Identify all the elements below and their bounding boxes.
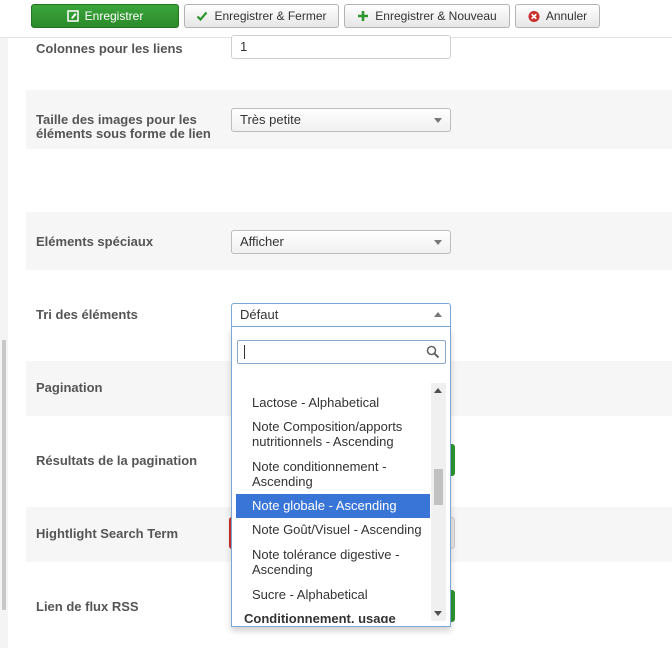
option-label-line2: Ascending — [252, 562, 313, 577]
option-label-line2: nutritionnels - Ascending — [252, 434, 394, 449]
option-note-gout-visuel[interactable]: Note Goût/Visuel - Ascending — [236, 520, 430, 542]
option-group-conditionnement: Conditionnement, usage — [236, 611, 430, 623]
option-note-conditionnement[interactable]: Note conditionnement - Ascending — [236, 457, 430, 491]
dropdown-options: Lactose - Alphabetical Note Composition/… — [236, 385, 430, 623]
option-label: Note globale - Ascending — [252, 498, 397, 513]
save-close-button[interactable]: Enregistrer & Fermer — [184, 4, 339, 28]
option-label: Note conditionnement - — [252, 459, 387, 474]
option-note-tolerance[interactable]: Note tolérance digestive - Ascending — [236, 545, 430, 579]
pagination-results-label: Résultats de la pagination — [36, 453, 198, 468]
highlight-label: Hightlight Search Term — [36, 526, 179, 541]
option-label: Note Composition/apports — [252, 419, 403, 434]
dropdown-scrollbar[interactable] — [431, 383, 446, 621]
chevron-down-icon — [434, 240, 442, 245]
option-label: Sucre - Alphabetical — [252, 587, 368, 602]
toolbar: Enregistrer Enregistrer & Fermer Enregis… — [0, 0, 672, 38]
option-label: Note tolérance digestive - — [252, 547, 400, 562]
special-items-label: Eléments spéciaux — [36, 234, 154, 249]
option-label: Note Goût/Visuel - Ascending — [252, 522, 422, 537]
page-scrollbar-thumb[interactable] — [2, 340, 6, 610]
link-columns-label: Colonnes pour les liens — [36, 41, 183, 56]
option-note-globale[interactable]: Note globale - Ascending — [236, 494, 430, 518]
chevron-up-icon — [434, 312, 442, 317]
option-label-line2: Ascending — [252, 474, 313, 489]
dropdown-scrollbar-thumb[interactable] — [434, 469, 443, 505]
scroll-down-arrow-icon[interactable] — [434, 611, 442, 616]
cancel-button[interactable]: Annuler — [515, 4, 600, 28]
option-group-label: Conditionnement, usage — [244, 611, 396, 623]
save-close-label: Enregistrer & Fermer — [214, 9, 327, 23]
save-button-label: Enregistrer — [84, 9, 144, 23]
rss-label: Lien de flux RSS — [36, 599, 139, 614]
scroll-up-arrow-icon[interactable] — [434, 388, 442, 393]
search-icon — [426, 345, 440, 359]
link-image-size-value: Très petite — [240, 112, 301, 127]
chevron-down-icon — [434, 118, 442, 123]
save-new-button[interactable]: Enregistrer & Nouveau — [344, 4, 510, 28]
text-caret — [244, 345, 245, 359]
dropdown-search-input[interactable] — [237, 340, 446, 364]
cancel-circle-icon — [528, 10, 540, 22]
link-columns-input[interactable]: 1 — [231, 35, 451, 59]
item-sort-value: Défaut — [240, 307, 279, 322]
save-new-label: Enregistrer & Nouveau — [375, 9, 497, 23]
check-icon — [196, 10, 208, 22]
pagination-label: Pagination — [36, 380, 103, 395]
item-sort-dropdown: Lactose - Alphabetical Note Composition/… — [231, 327, 451, 627]
edit-icon — [66, 10, 79, 22]
link-image-size-label-line2: éléments sous forme de lien — [36, 126, 211, 141]
cancel-label: Annuler — [545, 9, 588, 23]
special-items-value: Afficher — [240, 234, 284, 249]
option-note-composition[interactable]: Note Composition/apports nutritionnels -… — [236, 417, 430, 451]
link-image-size-select[interactable]: Très petite — [231, 108, 451, 132]
plus-icon — [357, 10, 369, 22]
option-lactose[interactable]: Lactose - Alphabetical — [236, 392, 430, 414]
item-sort-select[interactable]: Défaut — [231, 303, 451, 327]
page-scrollbar[interactable] — [0, 0, 8, 648]
option-label: Lactose - Alphabetical — [252, 395, 380, 410]
link-image-size-label-line1: Taille des images pour les — [36, 112, 197, 127]
special-items-select[interactable]: Afficher — [231, 230, 451, 254]
save-button[interactable]: Enregistrer — [31, 4, 179, 28]
option-sucre[interactable]: Sucre - Alphabetical — [236, 585, 430, 607]
item-sort-label: Tri des éléments — [36, 307, 138, 322]
